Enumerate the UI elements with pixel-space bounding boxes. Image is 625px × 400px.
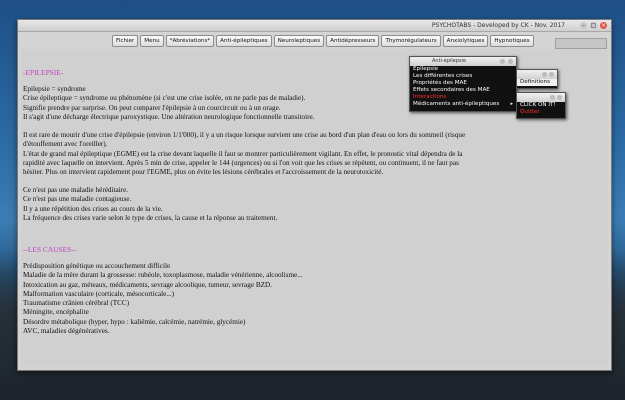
text-line: d'étouffement avec l'oreiller). [23,140,108,149]
anti-epilepsie-popup: Anti-épilepsie Epilepsie Les différentes… [409,56,517,112]
text-line: hésiter. Plus on intervient rapidement p… [23,168,384,177]
small-popup-close-button[interactable] [549,72,554,77]
popup-item-crises[interactable]: Les différentes crises [410,73,516,80]
minimize-button[interactable]: – [580,22,587,29]
small-popup-title-bar[interactable] [517,70,557,79]
menu-anti-epileptiques-button[interactable]: Anti-épileptiques [216,35,272,47]
text-line: La fréquence des crises varie selon le t… [23,213,278,222]
text-line: L'état de grand mal épileptique (EGME) e… [23,149,463,158]
close-button[interactable]: × [600,22,607,29]
submenu-max-button[interactable] [550,95,555,100]
menu-anxiolytiques-button[interactable]: Anxiolytiques [442,35,489,47]
small-popup-max-button[interactable] [542,72,547,77]
submenu-title-bar[interactable] [517,93,565,102]
menu-bar: Fichier Menu *Abréviations* Anti-épilept… [18,34,611,49]
text-line: Il est rare de mourir d'une crise d'épil… [23,131,466,139]
title-bar[interactable]: PSYCHOTABS - Developed by CK - Nov. 2017… [18,20,611,32]
window-title: PSYCHOTABS - Developed by CK - Nov. 2017 [431,22,565,29]
maximize-button[interactable]: □ [590,22,597,29]
popup-item-proprietes[interactable]: Propriétés des MAE [410,80,516,87]
text-line: Malformation vasculaire (corticale, méso… [23,289,175,298]
popup-item-label: Médicaments anti-épileptiques [413,101,500,107]
submenu-item-quitter[interactable]: Quitter [517,109,565,116]
menu-menu-button[interactable]: Menu [140,35,164,47]
submenu-item-click-on-it[interactable]: CLICK ON IT! [517,102,565,109]
menu-thymoregulateurs-button[interactable]: Thymorégulateurs [381,35,441,47]
text-line: Intoxication au gaz, méteaux, médicament… [23,280,272,289]
text-line: Il y a une répétition des crises au cour… [23,204,163,213]
heading-causes: --LES CAUSES-- [23,245,77,254]
menu-hypnotiques-button[interactable]: Hypnotiques [490,35,534,47]
text-line: Ce n'est pas une maladie contagieuse. [23,195,132,204]
popup-item-interactions[interactable]: Interactions [410,94,516,101]
text-line: Ce n'est pas une maladie héréditaire. [23,186,129,194]
definitions-popup: Définitions [516,69,558,89]
menu-antidepresseurs-button[interactable]: Antidépresseurs [326,35,380,47]
popup-title: Anti-épilepsie [432,58,467,64]
menu-fichier-button[interactable]: Fichier [112,35,139,47]
text-line: Traumatisme crânien cérébral (TCC) [23,299,130,308]
submenu-popup: CLICK ON IT! Quitter [516,92,566,119]
menu-neuroleptiques-button[interactable]: Neuroleptiques [273,35,325,47]
text-line: Prédisposition génétique ou accouchement… [23,262,171,270]
text-line: Il s'agit d'une décharge électrique paro… [23,112,315,121]
popup-item-medicaments[interactable]: Médicaments anti-épileptiques ▸ [410,101,516,108]
text-line: Maladie de la mère durant la grossesse: … [23,271,303,280]
submenu-close-button[interactable] [557,95,562,100]
paragraph-facts: Ce n'est pas une maladie héréditaire. Ce… [23,186,598,223]
popup-close-button[interactable] [508,59,513,64]
chevron-right-icon: ▸ [510,101,513,107]
popup-title-bar[interactable]: Anti-épilepsie [410,57,516,66]
paragraph-risk: Il est rare de mourir d'une crise d'épil… [23,131,598,177]
text-line: AVC, maladies dégénératives. [23,327,110,336]
text-line: rapidité avec laquelle on intervient. Ap… [23,158,459,167]
popup-item-definitions[interactable]: Définitions [517,79,557,86]
text-line: Désordre métabolique (hyper, hypo : kali… [23,317,246,326]
popup-item-epilepsie[interactable]: Epilepsie [410,66,516,73]
paragraph-causes: Prédisposition génétique ou accouchement… [23,262,598,336]
popup-item-effets[interactable]: Effets secondaires des MAE [410,87,516,94]
menu-abreviations-button[interactable]: *Abréviations* [165,35,215,47]
text-line: Méningite, encéphalite [23,308,89,317]
top-right-field[interactable] [555,38,607,49]
popup-max-button[interactable] [500,59,505,64]
